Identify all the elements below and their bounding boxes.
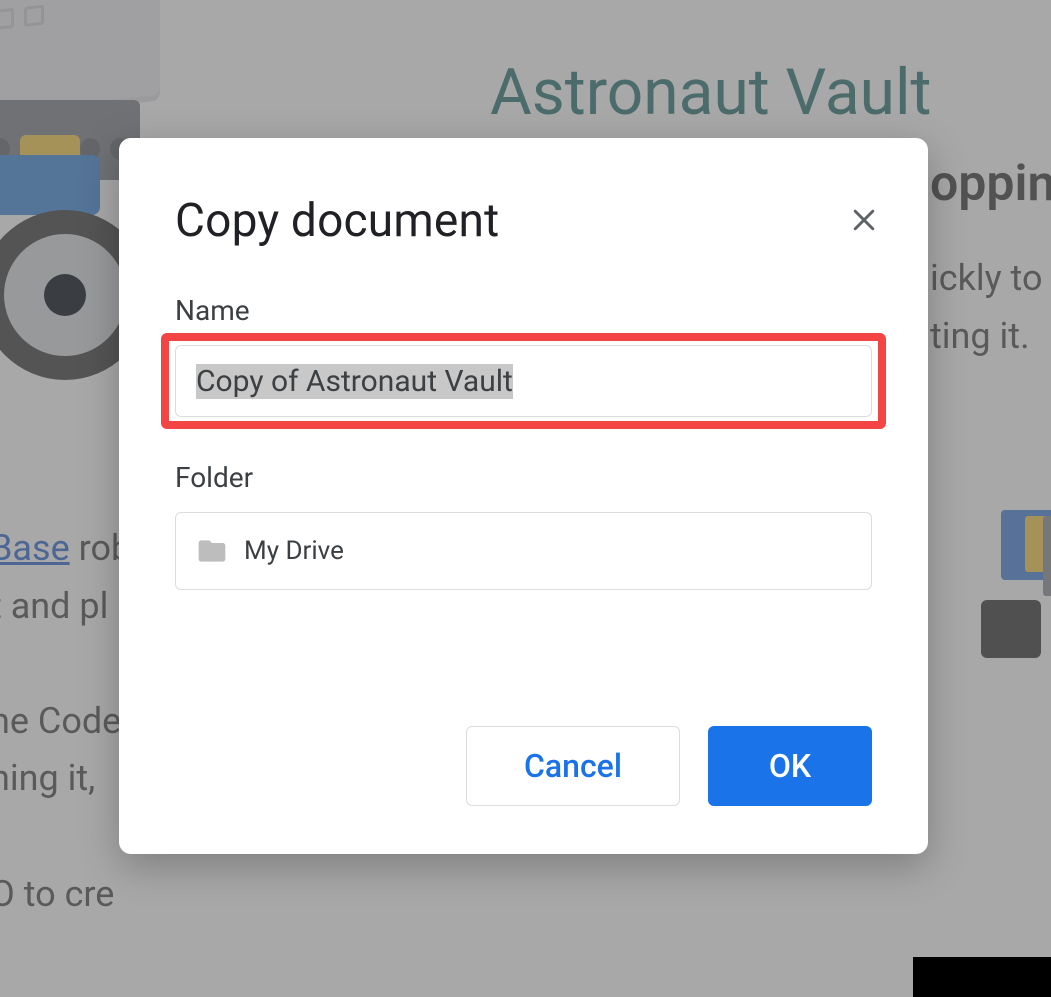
bottom-right-strip: [913, 957, 1051, 997]
folder-icon: [196, 535, 228, 567]
folder-picker[interactable]: My Drive: [175, 512, 872, 590]
name-input[interactable]: [175, 345, 872, 417]
folder-label: Folder: [175, 461, 872, 494]
dialog-title: Copy document: [175, 194, 872, 248]
copy-document-dialog: Copy document Name Folder My Drive Cance…: [119, 138, 928, 854]
cancel-button[interactable]: Cancel: [466, 726, 680, 806]
dialog-buttons: Cancel OK: [466, 726, 872, 806]
ok-button[interactable]: OK: [708, 726, 872, 806]
close-icon: [849, 205, 879, 239]
close-button[interactable]: [842, 200, 886, 244]
name-label: Name: [175, 294, 872, 327]
folder-name: My Drive: [244, 536, 344, 566]
